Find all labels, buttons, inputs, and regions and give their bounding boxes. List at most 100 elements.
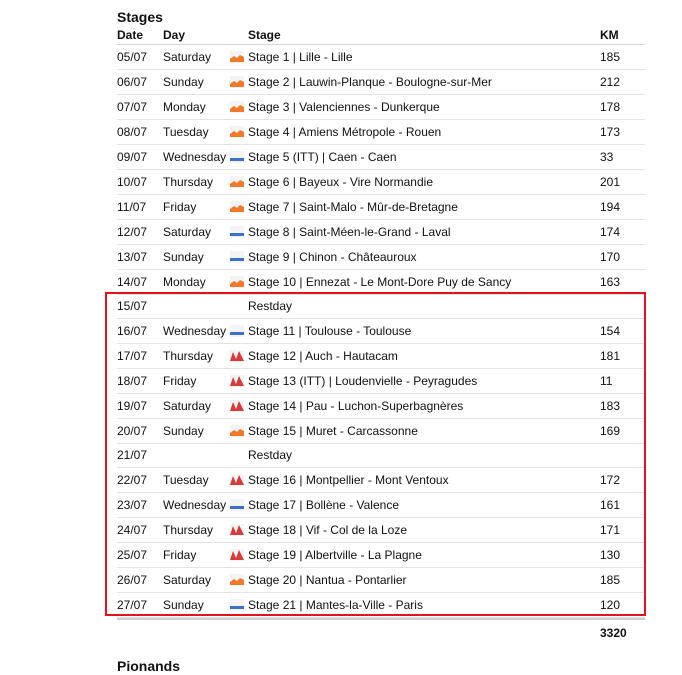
stage-day: Sunday xyxy=(163,75,204,89)
stage-row: 08/07 Tuesday Stage 4 | Amiens Métropole -… xyxy=(117,120,645,145)
mountain-profile-icon xyxy=(230,344,248,368)
stage-date: 27/07 xyxy=(117,598,148,612)
stage-row: 23/07 Wednesday Stage 17 | Bollène - Valen… xyxy=(117,493,645,518)
stage-day: Wednesday xyxy=(163,498,227,512)
stage-day: Sunday xyxy=(163,598,204,612)
stage-date: 22/07 xyxy=(117,473,148,487)
header-day: Day xyxy=(163,28,186,42)
next-section-title: Pionands xyxy=(117,658,181,674)
stage-name: Stage 2 | Lauwin-Planque - Boulogne-sur-… xyxy=(248,75,492,89)
stage-km: 11 xyxy=(600,374,613,388)
stage-date: 23/07 xyxy=(117,498,148,512)
stage-row: 13/07 Sunday Stage 9 | Chinon - Châteaurou… xyxy=(117,245,645,270)
stage-row: 06/07 Sunday Stage 2 | Lauwin-Planque - Bo… xyxy=(117,70,645,95)
stage-km: 194 xyxy=(600,200,621,214)
stage-km: 171 xyxy=(600,523,621,537)
hilly-profile-icon xyxy=(230,70,248,94)
stage-row: 12/07 Saturday Stage 8 | Saint-Méen-le-Gra… xyxy=(117,220,645,245)
stage-km: 130 xyxy=(600,548,621,562)
hilly-profile-icon xyxy=(230,45,248,69)
stage-km: 183 xyxy=(600,399,621,413)
restday-row: 15/07 Restday xyxy=(117,295,645,319)
stage-name: Stage 7 | Saint-Malo - Mûr-de-Bretagne xyxy=(248,200,458,214)
stage-day: Sunday xyxy=(163,250,204,264)
mountain-profile-icon xyxy=(230,394,248,418)
stage-day: Saturday xyxy=(163,50,212,64)
stage-km: 174 xyxy=(600,225,621,239)
stage-day: Sunday xyxy=(163,424,204,438)
hilly-profile-icon xyxy=(230,419,248,443)
stage-km: 163 xyxy=(600,275,621,289)
stage-day: Friday xyxy=(163,200,197,214)
stage-name: Stage 6 | Bayeux - Vire Normandie xyxy=(248,175,433,189)
flat-profile-icon xyxy=(230,220,248,244)
header-icon-spacer xyxy=(230,26,248,44)
stage-row: 16/07 Wednesday Stage 11 | Toulouse - Toul… xyxy=(117,319,645,344)
hilly-profile-icon xyxy=(230,120,248,144)
stage-date: 15/07 xyxy=(117,299,148,313)
section-title: Stages xyxy=(117,9,163,25)
stage-row: 20/07 Sunday Stage 15 | Muret - Carcassonn… xyxy=(117,419,645,444)
stage-km: 181 xyxy=(600,349,621,363)
stage-name: Stage 4 | Amiens Métropole - Rouen xyxy=(248,125,442,139)
stage-date: 12/07 xyxy=(117,225,148,239)
stage-km: 120 xyxy=(600,598,621,612)
flat-profile-icon xyxy=(230,245,248,269)
header-date: Date xyxy=(117,28,144,42)
flat-profile-icon xyxy=(230,593,248,617)
stage-row: 26/07 Saturday Stage 20 | Nantua - Pontarl… xyxy=(117,568,645,593)
stage-km: 178 xyxy=(600,100,621,114)
icon-spacer xyxy=(230,444,248,467)
header-stage: Stage xyxy=(248,28,281,42)
mountain-profile-icon xyxy=(230,468,248,492)
stage-row: 10/07 Thursday Stage 6 | Bayeux - Vire Nor… xyxy=(117,170,645,195)
stage-date: 09/07 xyxy=(117,150,148,164)
stage-name: Stage 3 | Valenciennes - Dunkerque xyxy=(248,100,440,114)
stage-day: Tuesday xyxy=(163,473,209,487)
stage-km: 33 xyxy=(600,150,614,164)
hilly-profile-icon xyxy=(230,270,248,294)
icon-spacer xyxy=(230,295,248,318)
stage-date: 18/07 xyxy=(117,374,148,388)
flat-profile-icon xyxy=(230,145,248,169)
restday-row: 21/07 Restday xyxy=(117,444,645,468)
table-header: Date Day Stage KM xyxy=(117,26,645,45)
stage-day: Monday xyxy=(163,100,206,114)
stage-day: Friday xyxy=(163,548,197,562)
stage-row: 24/07 Thursday Stage 18 | Vif - Col de la … xyxy=(117,518,645,543)
stage-row: 07/07 Monday Stage 3 | Valenciennes - Dunk… xyxy=(117,95,645,120)
stage-row: 11/07 Friday Stage 7 | Saint-Malo - Mûr-de… xyxy=(117,195,645,220)
stage-km: 172 xyxy=(600,473,621,487)
stage-km xyxy=(600,295,645,318)
stage-day: Thursday xyxy=(163,349,214,363)
stage-date: 24/07 xyxy=(117,523,148,537)
stage-date: 11/07 xyxy=(117,200,147,214)
stage-name: Stage 11 | Toulouse - Toulouse xyxy=(248,324,412,338)
hilly-profile-icon xyxy=(230,568,248,592)
stage-day: Friday xyxy=(163,374,197,388)
stage-day: Wednesday xyxy=(163,150,227,164)
stage-date: 16/07 xyxy=(117,324,148,338)
flat-profile-icon xyxy=(230,319,248,343)
stage-day: Thursday xyxy=(163,523,214,537)
stage-date: 08/07 xyxy=(117,125,148,139)
stage-name: Stage 16 | Montpellier - Mont Ventoux xyxy=(248,473,449,487)
stage-row: 27/07 Sunday Stage 21 | Mantes-la-Ville - … xyxy=(117,593,645,618)
stage-km: 212 xyxy=(600,75,621,89)
stage-km: 154 xyxy=(600,324,621,338)
mountain-profile-icon xyxy=(230,369,248,393)
stage-date: 05/07 xyxy=(117,50,148,64)
stage-date: 19/07 xyxy=(117,399,148,413)
stage-km: 201 xyxy=(600,175,621,189)
stage-date: 21/07 xyxy=(117,448,148,462)
stage-row: 18/07 Friday Stage 13 (ITT) | Loudenvielle… xyxy=(117,369,645,394)
header-km: KM xyxy=(600,28,619,42)
stage-day: Saturday xyxy=(163,573,212,587)
stage-date: 20/07 xyxy=(117,424,148,438)
stage-name: Restday xyxy=(248,299,293,313)
stage-name: Stage 21 | Mantes-la-Ville - Paris xyxy=(248,598,423,612)
stage-day: Thursday xyxy=(163,175,214,189)
stages-table: Stages Date Day Stage KM 05/07 Saturday St… xyxy=(117,8,645,642)
stage-name: Stage 20 | Nantua - Pontarlier xyxy=(248,573,407,587)
stage-day: Saturday xyxy=(163,399,212,413)
